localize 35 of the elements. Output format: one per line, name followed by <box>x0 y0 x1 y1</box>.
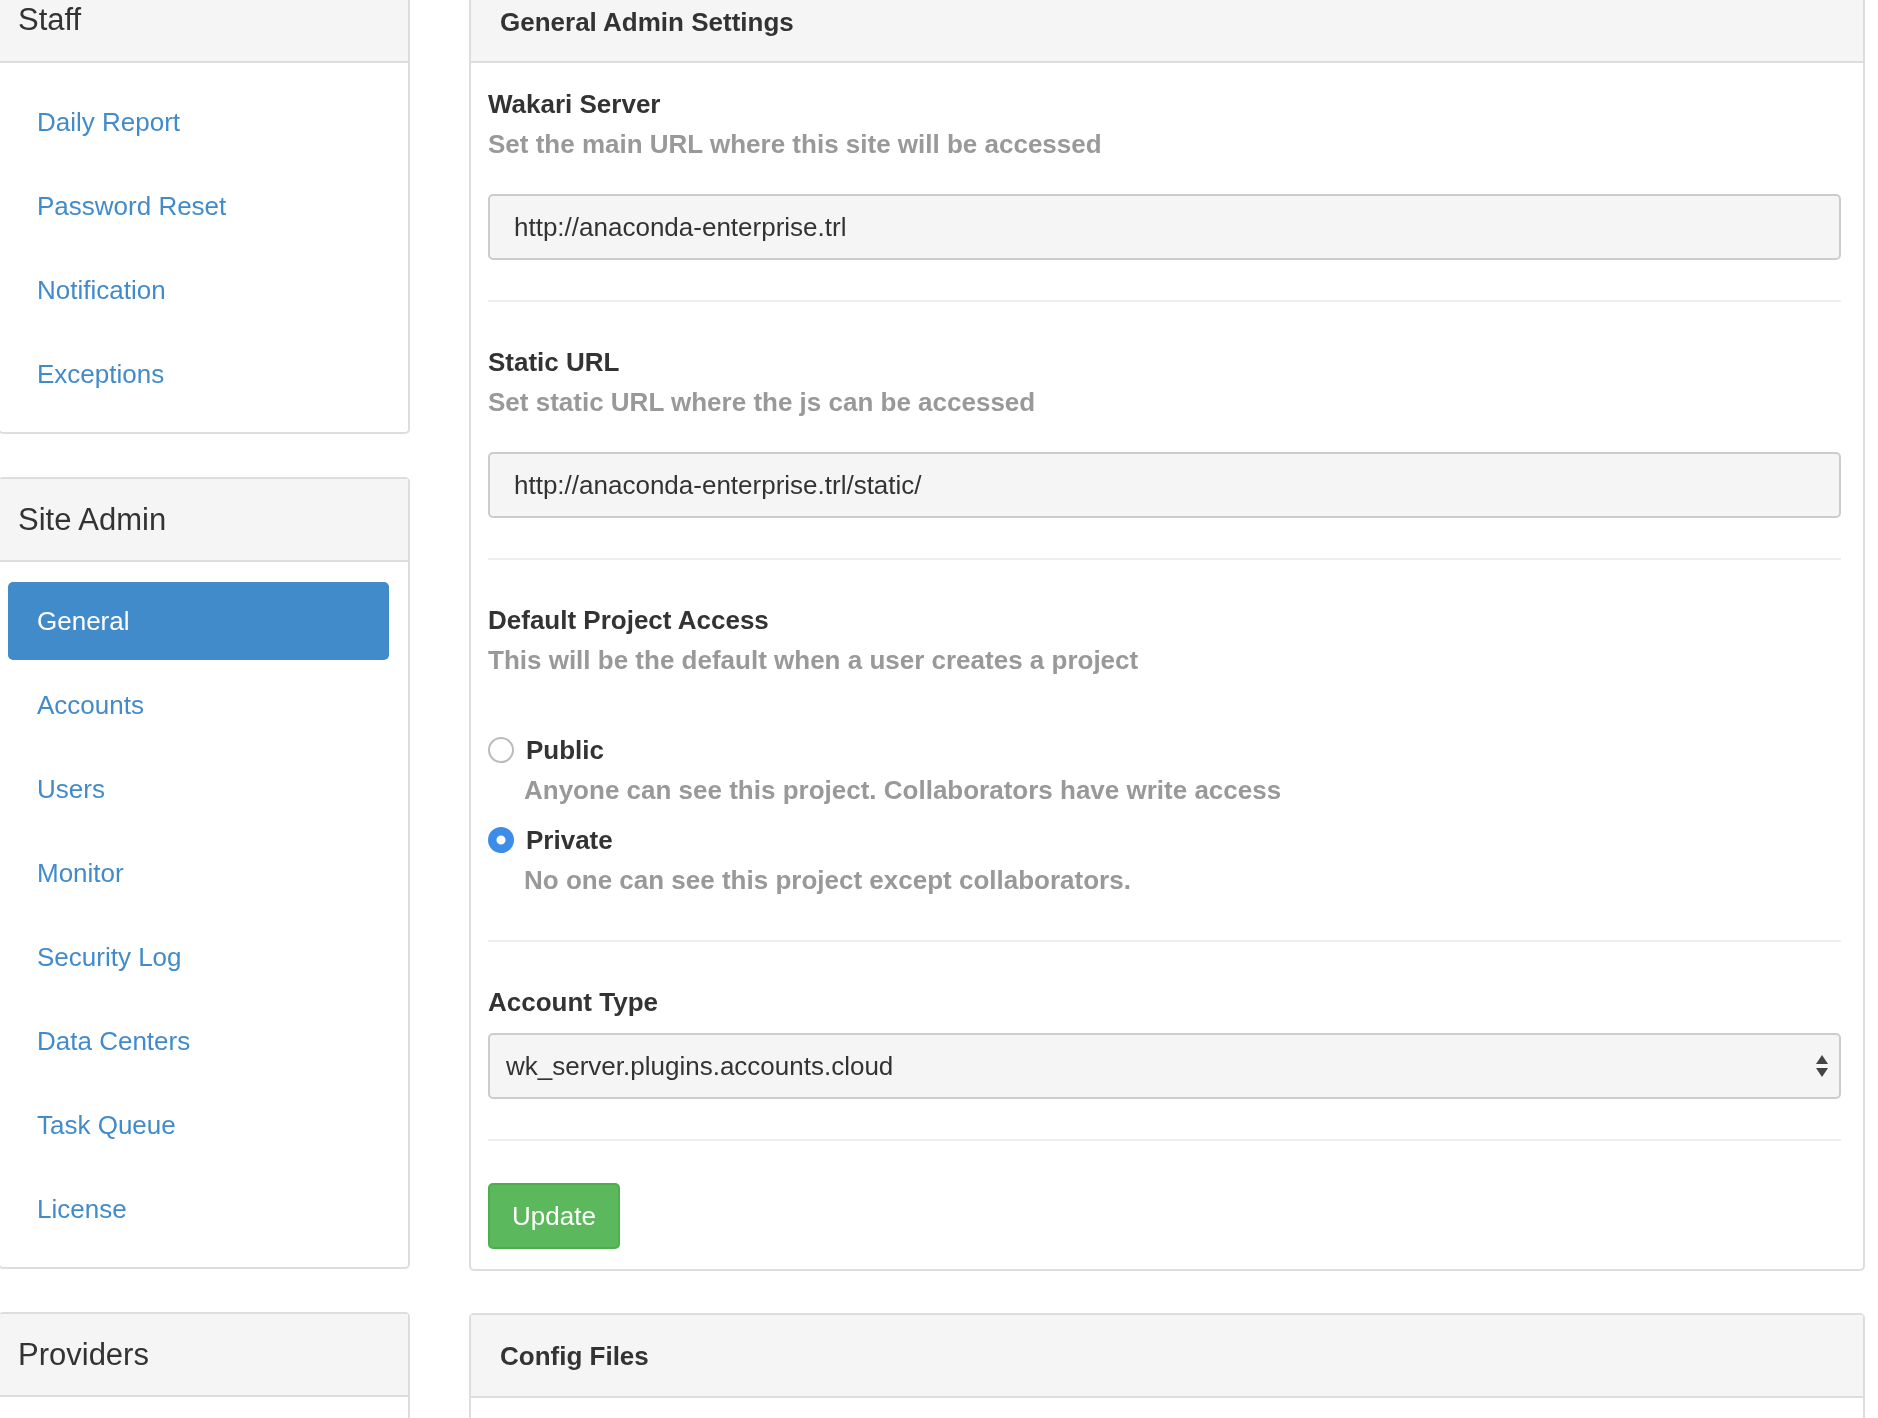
sidebar-link[interactable]: Monitor <box>8 834 389 912</box>
url-input-field[interactable]: http://anaconda-enterprise.trl <box>488 194 1841 260</box>
up-down-caret-icon <box>1815 1054 1829 1078</box>
field-label: Static URL <box>488 346 621 379</box>
radio-label[interactable]: Public <box>526 734 604 766</box>
update-button[interactable]: Update <box>488 1183 620 1249</box>
radio-label[interactable]: Private <box>526 824 613 856</box>
radio-button[interactable] <box>488 737 514 763</box>
field-label: Wakari Server <box>488 88 662 121</box>
field-help-text: Set static URL where the js can be accessed <box>488 386 1037 419</box>
panel-title: General Admin Settings <box>500 6 794 39</box>
panel-title: Site Admin <box>18 500 167 539</box>
panel-title: Providers <box>18 1335 149 1374</box>
option-description: Anyone can see this project. Collaborators have write access <box>523 774 1283 807</box>
sidebar-link[interactable]: Exceptions <box>8 335 389 413</box>
sidebar-link[interactable]: Task Queue <box>8 1086 389 1164</box>
sidebar-link[interactable]: General <box>8 582 389 660</box>
field-help-text: Set the main URL where this site will be accessed <box>488 128 1103 161</box>
option-description: No one can see this project except collaborators. <box>523 864 1132 897</box>
sidebar-link[interactable]: Accounts <box>8 666 389 744</box>
panel-title: Config Files <box>500 1339 649 1373</box>
account-type-dropdown[interactable]: wk_server.plugins.accounts.cloud <box>488 1033 1841 1099</box>
sidebar-link[interactable]: License <box>8 1170 389 1248</box>
field-label: Account Type <box>488 986 659 1019</box>
sidebar-link[interactable]: Notification <box>8 251 389 329</box>
sidebar-link[interactable]: Security Log <box>8 918 389 996</box>
sidebar-link[interactable]: Password Reset <box>8 167 389 245</box>
url-input-field[interactable]: http://anaconda-enterprise.trl/static/ <box>488 452 1841 518</box>
sidebar-link[interactable]: Daily Report <box>8 83 389 161</box>
field-help-text: This will be the default when a user creates a project <box>488 644 1140 677</box>
radio-button[interactable] <box>488 827 514 853</box>
sidebar-link[interactable]: Users <box>8 750 389 828</box>
field-label: Default Project Access <box>488 604 770 637</box>
sidebar-link[interactable]: Data Centers <box>8 1002 389 1080</box>
panel-title: Staff <box>18 1 82 39</box>
